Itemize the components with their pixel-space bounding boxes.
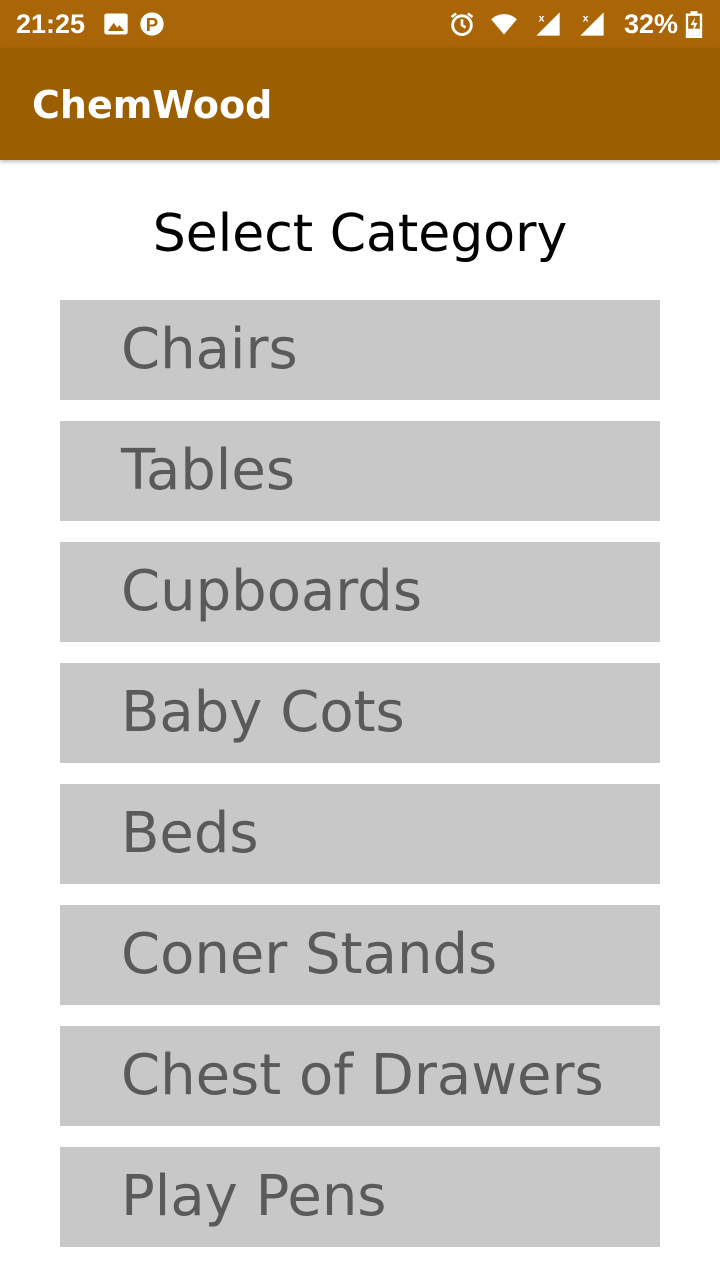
parking-icon: P: [140, 12, 164, 36]
status-bar: 21:25 P x x 32%: [0, 0, 720, 48]
app-title: ChemWood: [32, 83, 273, 127]
category-label: Coner Stands: [121, 922, 498, 987]
category-button-baby-cots[interactable]: Baby Cots: [60, 663, 660, 763]
status-time: 21:25: [16, 9, 86, 39]
category-label: Tables: [121, 438, 295, 503]
category-label: Play Pens: [121, 1164, 387, 1229]
signal-icon: x: [536, 12, 560, 36]
category-button-tables[interactable]: Tables: [60, 421, 660, 521]
category-label: Chairs: [121, 317, 298, 382]
page-title: Select Category: [152, 204, 568, 264]
category-button-cupboards[interactable]: Cupboards: [60, 542, 660, 642]
category-list: Chairs Tables Cupboards Baby Cots Beds C…: [60, 300, 660, 1268]
category-button-chairs[interactable]: Chairs: [60, 300, 660, 400]
category-button-coner-stands[interactable]: Coner Stands: [60, 905, 660, 1005]
svg-text:x: x: [539, 13, 545, 25]
svg-text:x: x: [583, 13, 589, 25]
category-button-play-pens[interactable]: Play Pens: [60, 1147, 660, 1247]
category-button-beds[interactable]: Beds: [60, 784, 660, 884]
battery-charging-icon: [685, 11, 703, 38]
alarm-icon: [450, 12, 474, 36]
category-label: Baby Cots: [121, 680, 405, 745]
category-label: Cupboards: [121, 559, 423, 624]
image-icon: [104, 13, 128, 35]
category-label: Beds: [121, 801, 259, 866]
app-bar: ChemWood: [0, 48, 720, 160]
battery-percent: 32%: [624, 9, 679, 39]
category-label: Chest of Drawers: [121, 1043, 604, 1108]
category-button-chest-of-drawers[interactable]: Chest of Drawers: [60, 1026, 660, 1126]
svg-text:P: P: [146, 14, 158, 35]
wifi-icon: [491, 14, 517, 35]
signal-icon: x: [580, 12, 604, 36]
